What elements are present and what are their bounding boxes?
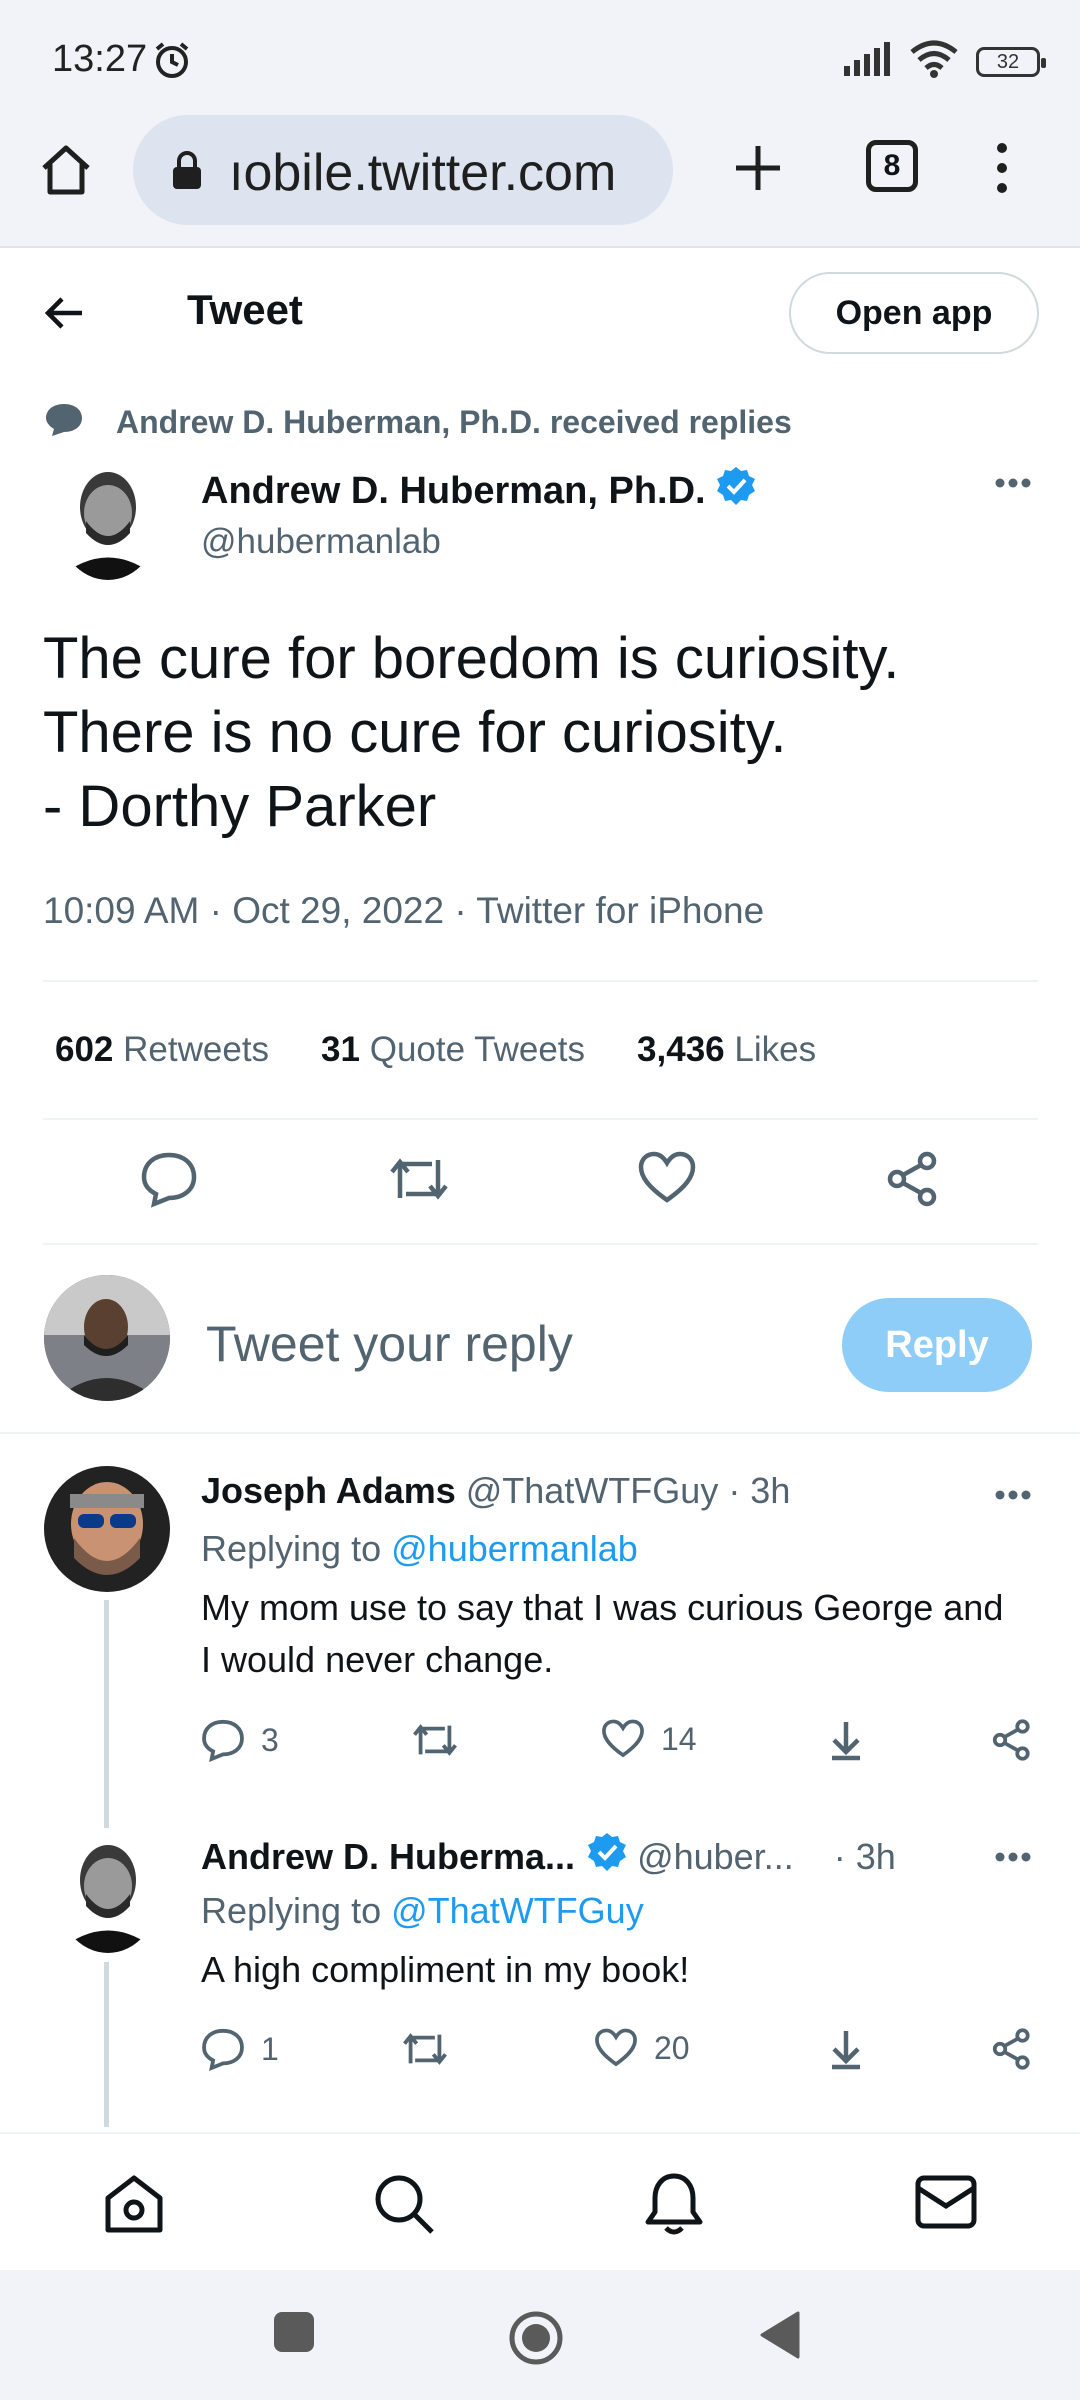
- likes-stat[interactable]: 3,436 Likes: [637, 1030, 816, 1070]
- divider: [43, 980, 1038, 982]
- more-options-icon[interactable]: [994, 1488, 1032, 1506]
- like-count-button[interactable]: 20: [594, 2027, 690, 2069]
- back-arrow-icon[interactable]: [42, 290, 88, 341]
- reply-author-handle[interactable]: @ThatWTFGuy · 3h: [466, 1470, 791, 1512]
- reply-text: My mom use to say that I was curious Geo…: [201, 1587, 1004, 1680]
- verified-badge-icon: [716, 466, 756, 516]
- reply-text: A high compliment in my book!: [201, 1949, 690, 1990]
- quote-tweets-stat[interactable]: 31 Quote Tweets: [321, 1030, 585, 1070]
- wifi-icon: [910, 40, 958, 83]
- retweet-icon[interactable]: [388, 1150, 450, 1213]
- author-name-text: Andrew D. Huberman, Ph.D.: [201, 469, 706, 512]
- divider: [0, 1432, 1080, 1434]
- more-options-icon[interactable]: [994, 1850, 1032, 1868]
- retweet-icon: [403, 2033, 447, 2065]
- replying-to-link[interactable]: @hubermanlab: [391, 1528, 638, 1569]
- download-icon[interactable]: [826, 1718, 866, 1762]
- share-icon[interactable]: [885, 1150, 941, 1213]
- reply-time: · 3h: [833, 1835, 896, 1877]
- reply-header: Andrew D. Huberma... @huber... · 3h: [201, 1832, 896, 1881]
- more-options-icon[interactable]: [994, 476, 1032, 494]
- divider: [43, 1243, 1038, 1245]
- home-circle-icon[interactable]: [508, 2310, 564, 2371]
- like-icon: [595, 2028, 637, 2067]
- bottom-navigation: [0, 2132, 1080, 2270]
- status-bar: 13:27 32: [0, 0, 1080, 110]
- page-header: Tweet Open app: [0, 250, 1080, 380]
- retweets-stat[interactable]: 602 Retweets: [55, 1030, 269, 1070]
- browser-toolbar: ıobile.twitter.com 8: [0, 110, 1080, 248]
- share-icon[interactable]: [991, 1718, 1033, 1762]
- retweet-button[interactable]: [401, 2027, 449, 2071]
- alarm-icon: [152, 40, 192, 85]
- reply-author-name[interactable]: Andrew D. Huberma...: [201, 1836, 575, 1878]
- replying-to: Replying to @hubermanlab: [201, 1528, 638, 1569]
- home-tab-icon[interactable]: [102, 2172, 166, 2241]
- replying-to-link[interactable]: @ThatWTFGuy: [391, 1890, 644, 1931]
- tweet-actions: [43, 1150, 1038, 1216]
- author-name[interactable]: Andrew D. Huberman, Ph.D.: [201, 466, 756, 516]
- retweet-icon: [413, 1724, 457, 1756]
- reply-icon[interactable]: [140, 1150, 198, 1213]
- reply-icon: [202, 1719, 244, 1762]
- lock-icon: [171, 151, 203, 196]
- share-icon[interactable]: [991, 2027, 1033, 2071]
- reply-count-button[interactable]: 1: [201, 2027, 279, 2071]
- my-avatar[interactable]: [44, 1275, 170, 1401]
- thread-line: [104, 1962, 109, 2127]
- verified-badge-icon: [587, 1832, 627, 1881]
- open-app-button[interactable]: Open app: [789, 272, 1039, 354]
- status-time: 13:27: [52, 38, 148, 80]
- tab-switcher-button[interactable]: 8: [866, 140, 918, 192]
- reply-header: Joseph Adams @ThatWTFGuy · 3h: [201, 1470, 790, 1512]
- system-navigation-bar: [0, 2270, 1080, 2400]
- reply-input[interactable]: Tweet your reply: [206, 1315, 573, 1373]
- new-tab-icon[interactable]: [730, 140, 786, 201]
- reply-author-avatar[interactable]: [44, 1466, 170, 1592]
- author-avatar[interactable]: [56, 455, 160, 580]
- url-text: ıobile.twitter.com: [229, 144, 617, 202]
- battery-indicator: 32: [976, 46, 1046, 77]
- replying-to: Replying to @ThatWTFGuy: [201, 1890, 644, 1931]
- reply-button[interactable]: Reply: [842, 1298, 1032, 1392]
- social-context: Andrew D. Huberman, Ph.D. received repli…: [44, 402, 792, 443]
- notifications-tab-icon[interactable]: [644, 2172, 704, 2241]
- retweet-button[interactable]: [411, 1718, 459, 1762]
- like-icon[interactable]: [637, 1150, 697, 1211]
- tweet-text: The cure for boredom is curiosity. There…: [43, 626, 900, 839]
- download-icon[interactable]: [826, 2027, 866, 2071]
- reply-author-handle[interactable]: @huber...: [637, 1836, 794, 1878]
- tweet-timestamp: 10:09 AM · Oct 29, 2022 · Twitter for iP…: [43, 890, 765, 931]
- overflow-menu-icon[interactable]: [990, 140, 1014, 201]
- reply-actions: 3 14: [201, 1718, 1041, 1768]
- reply-actions: 1 20: [201, 2027, 1041, 2077]
- reply-count-button[interactable]: 3: [201, 1718, 279, 1762]
- address-bar[interactable]: ıobile.twitter.com: [133, 115, 673, 225]
- reply-author-name[interactable]: Joseph Adams: [201, 1470, 456, 1512]
- like-icon: [602, 1719, 644, 1758]
- signal-icon: [842, 42, 892, 81]
- back-triangle-icon[interactable]: [758, 2310, 802, 2365]
- reply-icon: [202, 2028, 244, 2071]
- home-icon[interactable]: [38, 142, 94, 203]
- author-handle[interactable]: @hubermanlab: [201, 522, 441, 562]
- reply-bubble-icon: [44, 402, 84, 443]
- context-text: Andrew D. Huberman, Ph.D. received repli…: [116, 404, 792, 440]
- search-tab-icon[interactable]: [372, 2172, 436, 2241]
- tweet-stats: 602 Retweets 31 Quote Tweets 3,436 Likes: [55, 1030, 816, 1070]
- like-count-button[interactable]: 14: [601, 1718, 697, 1760]
- recents-square-icon[interactable]: [272, 2310, 316, 2359]
- divider: [43, 1118, 1038, 1120]
- reply-author-avatar[interactable]: [56, 1828, 160, 1953]
- page-title: Tweet: [187, 286, 303, 333]
- messages-tab-icon[interactable]: [914, 2172, 978, 2237]
